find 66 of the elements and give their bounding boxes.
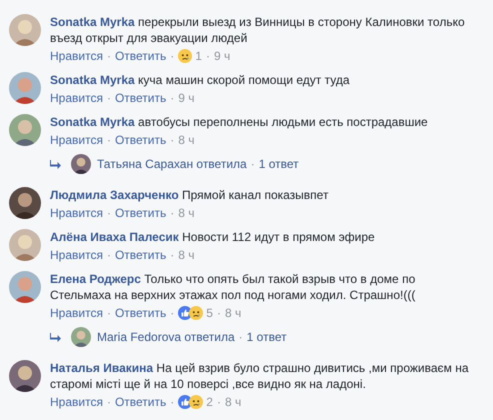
comment-text: Sonatka Myrka автобусы переполнены людьми есть пострадавшие — [50, 114, 428, 130]
separator-dot: · — [106, 132, 111, 148]
comment-text: Наталья Ивакина На цей взрив було страшно дивитись ,ми проживаєм на старомі місті ще й на 10 поверсі ,все видно як на ладоні. — [50, 360, 470, 392]
separator-dot: · — [238, 330, 243, 344]
separator-dot: · — [250, 157, 255, 171]
separator-dot: · — [170, 132, 174, 148]
sad-face-icon — [189, 394, 204, 408]
separator-dot: · — [170, 246, 174, 262]
action-link[interactable]: Нравится — [50, 304, 103, 320]
author-name[interactable]: Sonatka Myrka — [50, 15, 135, 29]
comment-time: 8 ч — [224, 394, 242, 410]
action-link[interactable]: Ответить — [114, 394, 166, 410]
comment-text: Sonatka Myrka куча машин скорой помощи едут туда — [50, 72, 350, 88]
separator-dot: · — [170, 204, 174, 220]
separator-dot: · — [170, 48, 174, 64]
reply-arrow-icon — [50, 160, 61, 168]
separator-dot: · — [170, 304, 174, 320]
comment-time: 9 ч — [214, 48, 230, 64]
author-name[interactable]: Наталья Ивакина — [50, 361, 154, 375]
action-link[interactable]: Нравится — [50, 132, 103, 148]
comment-text: Елена Роджерс Только что опять был такой взрыв что в доме по Стельмаха на верхних этажах пол под ногами ходил. Страшно!((( — [50, 271, 416, 303]
action-link[interactable]: Нравится — [50, 204, 103, 220]
replied-link[interactable]: Maria Fedorova ответила — [97, 330, 235, 344]
action-link[interactable]: Ответить — [114, 304, 166, 320]
action-link[interactable]: Нравится — [50, 246, 103, 262]
sad-face-icon — [178, 48, 192, 62]
action-link[interactable]: Ответить — [114, 132, 166, 148]
reaction-count[interactable]: 1 — [195, 48, 202, 64]
separator-dot: · — [106, 48, 111, 64]
separator-dot: · — [216, 394, 221, 410]
comment-time: 8 ч — [178, 246, 195, 262]
author-name[interactable]: Елена Роджерс — [50, 272, 141, 286]
action-link[interactable]: Ответить — [114, 90, 166, 106]
comment-text: Sonatka Myrka перекрыли выезд из Винницы в сторону Калиновки только въезд открыт для эвакуации людей — [50, 14, 466, 46]
action-link[interactable]: Ответить — [114, 246, 166, 262]
comment-time: 8 ч — [178, 204, 195, 220]
comment-time: 9 ч — [178, 90, 195, 106]
reply-count[interactable]: 1 ответ — [246, 330, 287, 344]
separator-dot: · — [170, 90, 174, 106]
action-link[interactable]: Нравится — [50, 90, 103, 106]
reaction-count[interactable]: 2 — [206, 394, 213, 410]
comment-text: Людмила Захарченко Прямой канал показывпет — [50, 187, 328, 203]
action-link[interactable]: Нравится — [50, 48, 103, 64]
reply-arrow-icon — [50, 332, 61, 342]
author-name[interactable]: Людмила Захарченко — [50, 188, 179, 202]
comment-time: 8 ч — [224, 304, 242, 320]
separator-dot: · — [106, 304, 111, 320]
separator-dot: · — [106, 90, 111, 106]
comment-text: Алёна Иваха Палесик Новости 112 идут в прямом эфире — [50, 229, 375, 245]
action-link[interactable]: Ответить — [114, 204, 166, 220]
replied-link[interactable]: Татьяна Сарахан ответила — [97, 157, 247, 171]
separator-dot: · — [106, 394, 111, 410]
sad-face-icon — [189, 306, 204, 320]
separator-dot: · — [216, 304, 221, 320]
comment-time: 8 ч — [178, 132, 195, 148]
action-link[interactable]: Нравится — [50, 394, 103, 410]
action-link[interactable]: Ответить — [114, 48, 166, 64]
separator-dot: · — [170, 394, 174, 410]
separator-dot: · — [106, 204, 111, 220]
reply-count[interactable]: 1 ответ — [258, 157, 299, 171]
separator-dot: · — [106, 246, 111, 262]
separator-dot: · — [206, 48, 210, 64]
author-name[interactable]: Sonatka Myrka — [50, 115, 135, 129]
author-name[interactable]: Sonatka Myrka — [50, 73, 135, 87]
author-name[interactable]: Алёна Иваха Палесик — [50, 230, 179, 244]
reaction-count[interactable]: 5 — [206, 304, 213, 320]
